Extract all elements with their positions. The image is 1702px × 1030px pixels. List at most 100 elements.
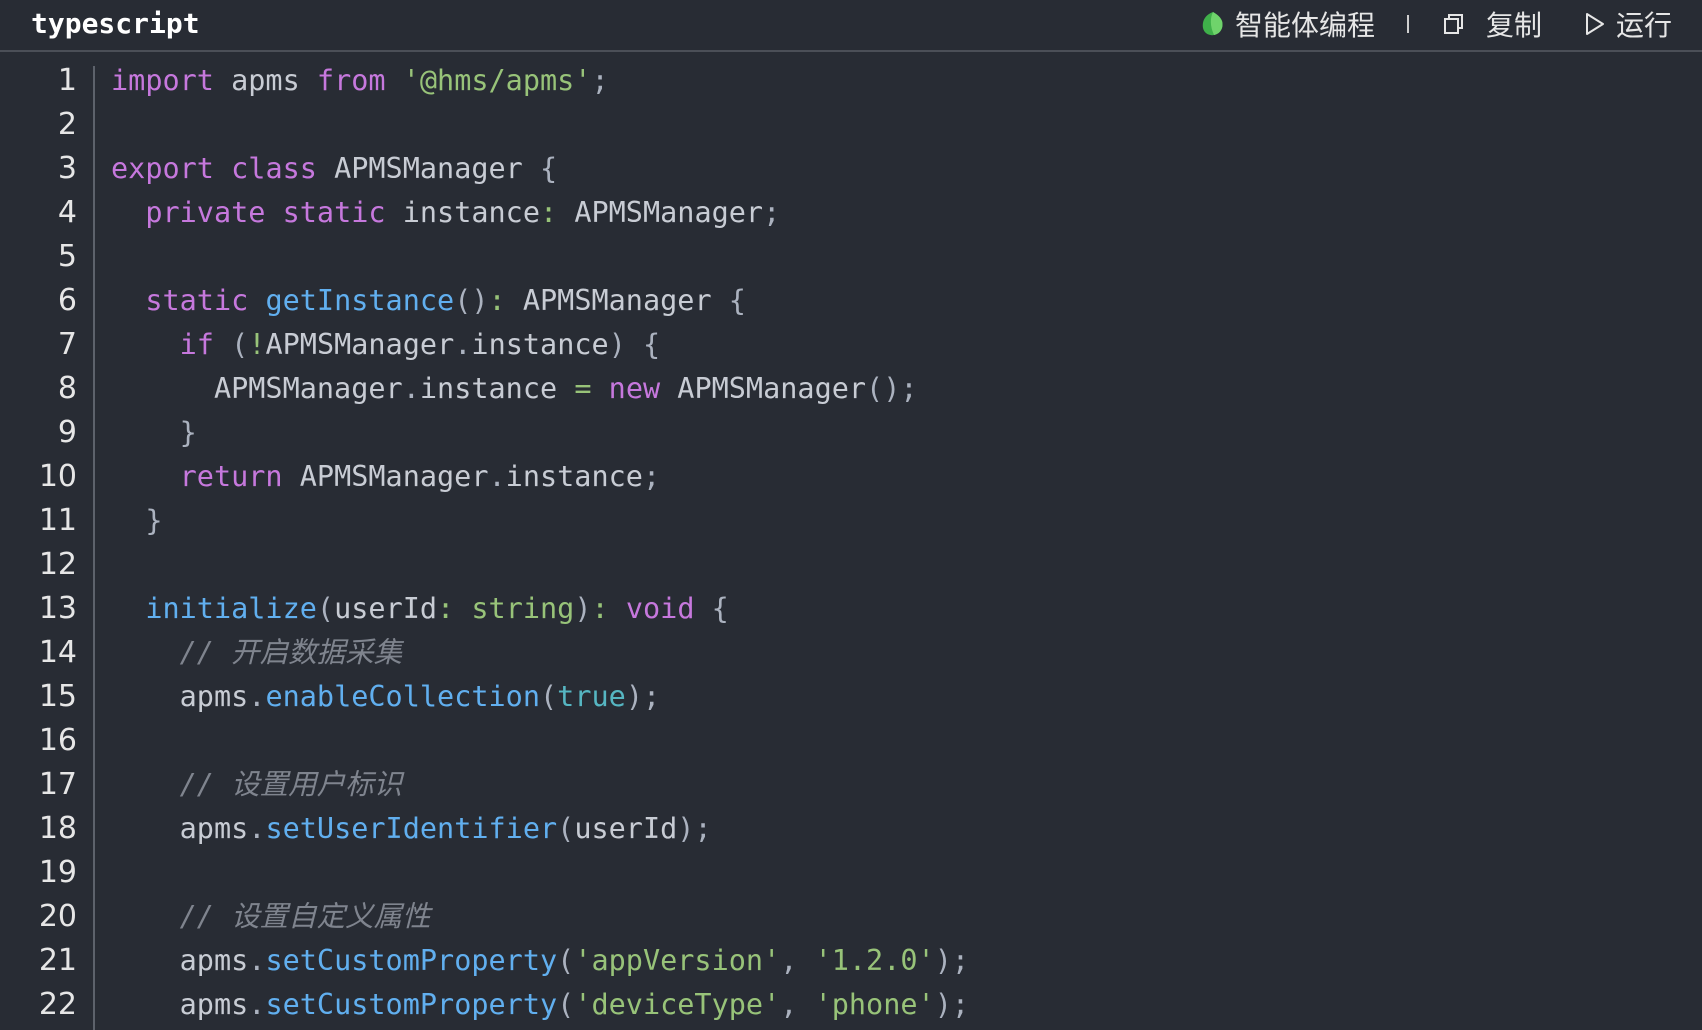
code-line: 22 apms.setCustomProperty('deviceType', …	[0, 983, 1702, 1027]
code-token-punct: ();	[866, 372, 918, 405]
code-token-string: '@hms/apms'	[402, 64, 592, 97]
code-line: 12	[0, 543, 1702, 587]
code-token-plain: apms	[111, 680, 249, 713]
code-token-keyword: class	[231, 152, 317, 185]
copy-button[interactable]: 复制	[1442, 4, 1542, 44]
line-number: 7	[57, 327, 77, 362]
code-token-plain: apms	[111, 812, 249, 845]
code-token-plain: instance	[471, 328, 609, 361]
code-line: 1 import apms from '@hms/apms';	[0, 59, 1702, 103]
code-line: 7 if (!APMSManager.instance) {	[0, 323, 1702, 367]
header-actions: 智能体编程 复制 运行	[1201, 4, 1672, 44]
code-token-punct: .	[248, 680, 266, 713]
code-area: 1 import apms from '@hms/apms'; 2 3 export c…	[0, 52, 1702, 1030]
code-token-punct: (	[540, 680, 558, 713]
code-token-punct: }	[145, 504, 163, 537]
agent-coding-label: 智能体编程	[1234, 9, 1375, 42]
code-token-function: enableCollection	[265, 680, 540, 713]
code-token-function: setUserIdentifier	[265, 812, 558, 845]
code-token-plain: apms	[111, 944, 249, 977]
code-token-plain: instance	[385, 196, 540, 229]
code-token-comment: // 开启数据采集	[179, 636, 403, 669]
line-number: 22	[38, 987, 77, 1022]
line-number: 6	[57, 283, 77, 318]
code-text: // 设置自定义属性	[111, 895, 431, 939]
agent-coding-button[interactable]: 智能体编程	[1201, 4, 1375, 44]
code-token-punct: .	[488, 460, 506, 493]
code-token-punct: );	[677, 812, 712, 845]
code-token-plain: APMSManager	[316, 152, 540, 185]
code-line: 6 static getInstance(): APMSManager {	[0, 279, 1702, 323]
line-number: 21	[38, 943, 77, 978]
code-token-plain: APMSManager	[265, 328, 455, 361]
code-token-punct: ;	[763, 196, 781, 229]
line-number: 13	[38, 591, 77, 626]
code-line: 5	[0, 235, 1702, 279]
code-token-plain: apms	[213, 64, 317, 97]
line-number: 20	[38, 899, 77, 934]
code-token-punct: }	[179, 416, 197, 449]
code-token-punct: )	[608, 328, 626, 361]
code-token-punct: );	[934, 944, 970, 977]
code-token-string: 'deviceType'	[574, 988, 781, 1021]
code-token-operator: :	[437, 592, 455, 625]
code-token-operator: :	[540, 196, 558, 229]
code-token-keyword: export	[111, 152, 214, 185]
code-token-keyword: if	[179, 328, 214, 361]
code-text: apms.enableCollection(true);	[111, 675, 661, 719]
code-token-keyword: private	[145, 196, 266, 229]
code-line: 10 return APMSManager.instance;	[0, 455, 1702, 499]
code-line: 11 }	[0, 499, 1702, 543]
code-token-punct: );	[934, 988, 970, 1021]
code-token-comment: // 设置自定义属性	[179, 900, 431, 933]
line-number: 16	[38, 723, 77, 758]
code-token-keyword: import	[111, 64, 214, 97]
line-number: 2	[57, 107, 77, 142]
code-text: // 开启数据采集	[111, 631, 402, 675]
line-number: 18	[38, 811, 77, 846]
run-label: 运行	[1615, 9, 1672, 42]
code-token-punct: .	[248, 988, 266, 1021]
code-line: 15 apms.enableCollection(true);	[0, 675, 1702, 719]
line-number: 11	[38, 503, 77, 538]
code-token-plain: userId	[334, 592, 438, 625]
code-token-string: 'phone'	[814, 988, 935, 1021]
code-line: 17 // 设置用户标识	[0, 763, 1702, 807]
code-token-punct: ;	[591, 64, 609, 97]
code-token-punct: .	[248, 944, 266, 977]
code-text: return APMSManager.instance;	[111, 455, 660, 499]
copy-label: 复制	[1485, 9, 1542, 42]
code-token-plain: APMSManager	[660, 372, 867, 405]
code-token-punct: (	[557, 944, 575, 977]
code-token-keyword: static	[145, 284, 249, 317]
code-token-punct: (	[557, 812, 575, 845]
code-text: }	[111, 499, 163, 543]
run-button[interactable]: 运行	[1584, 4, 1672, 44]
code-text: }	[111, 411, 197, 455]
code-token-plain: APMSManager	[111, 372, 403, 405]
line-number: 17	[38, 767, 77, 802]
code-token-keyword: from	[316, 64, 386, 97]
code-token-plain: instance	[419, 372, 575, 405]
code-text: static getInstance(): APMSManager {	[111, 279, 746, 323]
code-block-header: typescript 智能体编程 复制 运行	[0, 0, 1702, 52]
code-token-plain: APMSManager	[505, 284, 729, 317]
code-token-operator: =	[574, 372, 592, 405]
code-token-punct: ,	[780, 988, 798, 1021]
code-token-punct: .	[248, 812, 266, 845]
